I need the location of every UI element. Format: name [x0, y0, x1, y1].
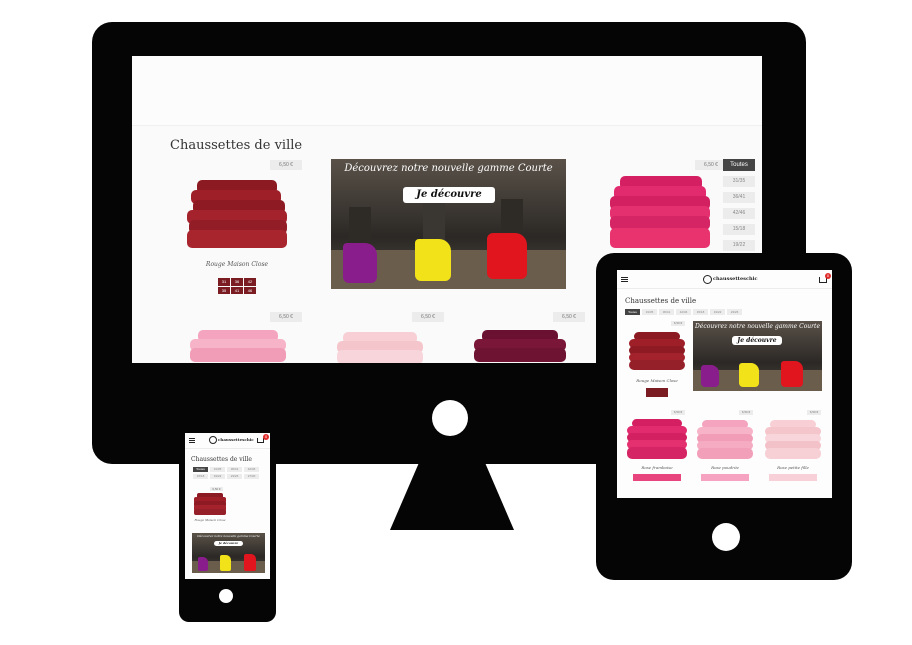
promo-banner[interactable]: Découvrez notre nouvelle gamme Courte Je…	[331, 159, 566, 289]
size-chips[interactable]	[633, 474, 681, 481]
size-chips[interactable]	[701, 474, 749, 481]
size-filter-option[interactable]: 19/22	[723, 240, 755, 251]
size-filter-option[interactable]: 42/46	[244, 467, 259, 472]
menu-icon[interactable]	[621, 277, 628, 283]
logo-icon	[209, 436, 217, 444]
page-title: Chaussettes de ville	[170, 138, 303, 153]
size-filter-option[interactable]: 23/26	[227, 474, 242, 479]
size-chips[interactable]	[769, 474, 817, 481]
phone-home-button	[219, 589, 233, 603]
size-filter-option[interactable]: 23/26	[727, 309, 742, 315]
product-image-pink[interactable]	[190, 330, 286, 363]
size-filter-toutes[interactable]: Toutes	[723, 159, 755, 171]
product-image-rouge-maison-close[interactable]	[194, 493, 226, 515]
promo-banner[interactable]: Découvrez notre nouvelle gamme Courte Je…	[192, 533, 265, 573]
banner-cta-button[interactable]: Je découvre	[403, 187, 495, 203]
banner-headline: Découvrez notre nouvelle gamme Courte	[197, 534, 260, 538]
product-name[interactable]: Rose petite fille	[763, 465, 823, 470]
product-image-burgundy[interactable]	[474, 330, 566, 363]
size-filter-option[interactable]: 27/30	[244, 474, 259, 479]
price-badge: 6,50 €	[210, 487, 223, 491]
product-image-fuchsia[interactable]	[610, 176, 710, 250]
banner-headline: Découvrez notre nouvelle gamme Courte	[694, 323, 821, 330]
size-chips: 31 36 42 35 41 46	[218, 278, 256, 294]
site-logo[interactable]: chaussetteschic	[713, 276, 758, 282]
product-image-rose-petite-fille[interactable]	[765, 420, 821, 460]
product-image-rouge-maison-close[interactable]	[187, 180, 287, 250]
product-image-rouge-maison-close[interactable]	[629, 332, 685, 372]
price-badge: 6,50 €	[671, 410, 685, 415]
size-filter-option[interactable]: 36/41	[723, 192, 755, 203]
product-name[interactable]: Rouge Maison Close	[189, 518, 231, 522]
product-name[interactable]: Rose poudrée	[695, 465, 755, 470]
desktop-header	[132, 56, 762, 126]
size-filter-toutes[interactable]: Toutes	[625, 309, 640, 315]
size-filter-list: Toutes 31/35 36/41 42/46 15/18 19/22 23/…	[193, 467, 263, 479]
product-image-rose-poudree[interactable]	[697, 420, 753, 460]
size-chip[interactable]: 41	[231, 286, 243, 294]
banner-cta-button[interactable]: Je découvre	[732, 336, 782, 345]
price-badge: 6,50 €	[270, 160, 302, 170]
size-chip[interactable]: 35	[218, 286, 230, 294]
price-badge: 6,50 €	[553, 312, 585, 322]
size-filter-option[interactable]: 36/41	[659, 309, 674, 315]
price-badge: 6,50 €	[412, 312, 444, 322]
size-filter-option[interactable]: 42/46	[676, 309, 691, 315]
phone-screen: chaussetteschic 0 Chaussettes de ville T…	[185, 433, 270, 579]
menu-icon[interactable]	[189, 438, 195, 444]
page-title: Chaussettes de ville	[625, 297, 697, 305]
price-badge: 6,50 €	[807, 410, 821, 415]
size-filter-option[interactable]: 19/22	[210, 474, 225, 479]
price-badge: 6,50 €	[739, 410, 753, 415]
size-filter-option[interactable]: 31/35	[210, 467, 225, 472]
banner-headline: Découvrez notre nouvelle gamme Courte	[344, 163, 553, 174]
size-filter-option[interactable]: 15/18	[693, 309, 708, 315]
cart-count-badge: 0	[263, 434, 269, 440]
monitor-stand	[390, 458, 514, 530]
size-filter-list: Toutes 31/35 36/41 42/46 15/18 19/22	[723, 159, 755, 251]
size-chip[interactable]: 31	[218, 278, 230, 286]
size-filter-option[interactable]: 19/22	[710, 309, 725, 315]
tablet-home-button	[712, 523, 740, 551]
price-badge: 6,50 €	[671, 321, 685, 326]
banner-cta-button[interactable]: Je découvre	[214, 541, 243, 546]
size-chips[interactable]	[646, 388, 668, 397]
size-filter-toutes[interactable]: Toutes	[193, 467, 208, 472]
product-name[interactable]: Rouge Maison Close	[627, 378, 687, 383]
size-filter-option[interactable]: 15/18	[723, 224, 755, 235]
promo-banner[interactable]: Découvrez notre nouvelle gamme Courte Je…	[693, 321, 822, 391]
tablet-screen: chaussetteschic 0 Chaussettes de ville T…	[617, 270, 832, 498]
size-filter-option[interactable]: 36/41	[227, 467, 242, 472]
product-name[interactable]: Rouge Maison Close	[192, 261, 282, 268]
size-chip[interactable]: 36	[231, 278, 243, 286]
cart-count-badge: 0	[825, 273, 831, 279]
size-filter-option[interactable]: 15/18	[193, 474, 208, 479]
size-filter-option[interactable]: 31/35	[642, 309, 657, 315]
size-filter-option[interactable]: 31/35	[723, 176, 755, 187]
site-logo[interactable]: chaussetteschic	[218, 437, 254, 442]
price-badge: 6,50 €	[270, 312, 302, 322]
product-name[interactable]: Rose framboise	[627, 465, 687, 470]
page-title: Chaussettes de ville	[191, 456, 252, 463]
logo-icon	[703, 275, 712, 284]
size-chip[interactable]: 42	[244, 278, 256, 286]
size-filter-list: Toutes 31/35 36/41 42/46 15/18 19/22 23/…	[625, 309, 742, 315]
size-filter-option[interactable]: 42/46	[723, 208, 755, 219]
size-chip[interactable]: 46	[244, 286, 256, 294]
monitor-power-button	[432, 400, 468, 436]
product-image-rose-framboise[interactable]	[627, 419, 687, 461]
product-image-light-pink[interactable]	[337, 332, 423, 363]
